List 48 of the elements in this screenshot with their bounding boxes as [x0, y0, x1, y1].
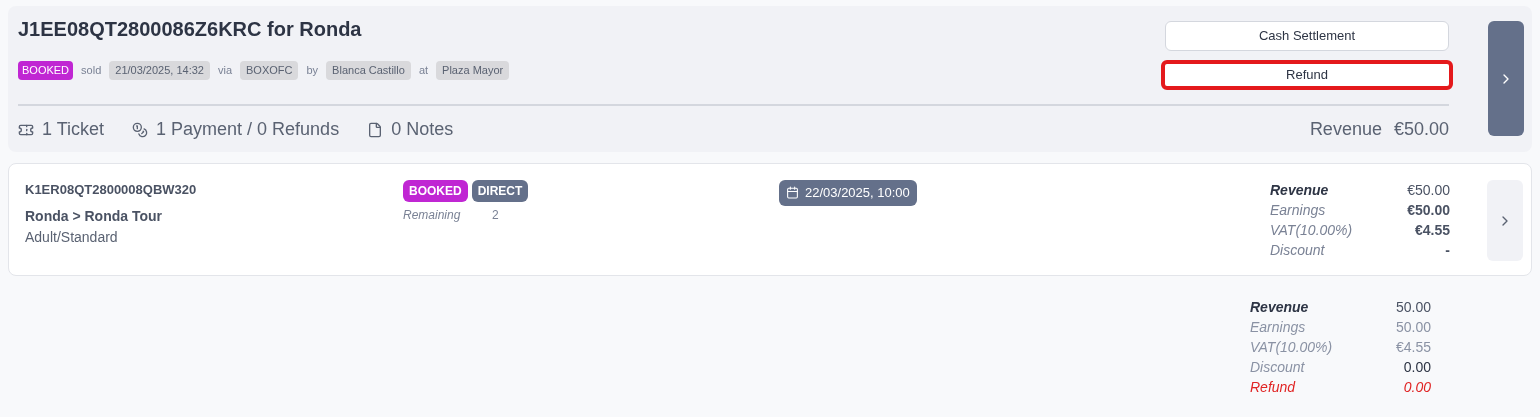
- meta-chip: BOXOFC: [240, 61, 299, 80]
- remaining-label: Remaining: [403, 207, 462, 224]
- summary-value: €4.55: [1395, 338, 1431, 357]
- meta-chip: Blanca Castillo: [326, 61, 411, 80]
- summary-value: 50.00: [1395, 318, 1431, 337]
- amount-value: €50.00: [1407, 181, 1450, 200]
- calendar-icon: [786, 186, 799, 200]
- ticket-type: Adult/Standard: [25, 227, 119, 247]
- meta-label: at: [418, 63, 429, 78]
- amount-label: Revenue: [1270, 181, 1329, 200]
- ticket-open-button[interactable]: [1487, 180, 1523, 261]
- ticket-badge: BOOKED: [403, 180, 468, 202]
- document-icon: [367, 121, 384, 138]
- stat-label: 1 Payment / 0 Refunds: [156, 118, 340, 141]
- amount-label: Discount: [1270, 241, 1325, 260]
- summary-value: 50.00: [1395, 298, 1431, 317]
- revenue-value: €50.00: [1393, 118, 1449, 141]
- ticket-product: Ronda > Ronda Tour: [25, 206, 163, 226]
- meta-label: sold: [81, 63, 102, 78]
- amount-value: -: [1445, 241, 1450, 260]
- meta-chip: Plaza Mayor: [436, 61, 510, 80]
- summary-value: 0.00: [1403, 378, 1431, 397]
- summary-value: 0.00: [1403, 358, 1431, 377]
- order-title: J1EE08QT2800086Z6KRC for Ronda: [18, 17, 363, 42]
- meta-label: via: [217, 63, 233, 78]
- action-button[interactable]: Cash Settlement: [1165, 21, 1449, 51]
- summary-label: Discount: [1250, 358, 1305, 377]
- next-button[interactable]: [1488, 21, 1524, 136]
- meta-chip: 21/03/2025, 14:32: [109, 61, 210, 80]
- amount-label: VAT(10.00%): [1270, 221, 1353, 240]
- amount-value: €4.55: [1414, 221, 1450, 240]
- summary-label: Refund: [1250, 378, 1296, 397]
- summary-label: Earnings: [1250, 318, 1306, 337]
- summary-label: VAT(10.00%): [1250, 338, 1333, 357]
- summary-label: Revenue: [1250, 298, 1309, 317]
- remaining-value: 2: [492, 207, 499, 224]
- meta-label: by: [306, 63, 319, 78]
- revenue-label: Revenue: [1309, 118, 1382, 141]
- action-button[interactable]: Refund: [1161, 60, 1453, 90]
- date-badge: 22/03/2025, 10:00: [779, 180, 917, 206]
- amount-value: €50.00: [1407, 201, 1450, 220]
- ticket-badge: DIRECT: [471, 180, 529, 202]
- stat-label: 0 Notes: [391, 118, 454, 141]
- coins-icon: [132, 121, 149, 138]
- ticket-code: K1ER08QT2800008QBW320: [25, 181, 198, 199]
- stat-label: 1 Ticket: [42, 118, 105, 141]
- amount-label: Earnings: [1270, 201, 1326, 220]
- status-badge: BOOKED: [18, 61, 74, 80]
